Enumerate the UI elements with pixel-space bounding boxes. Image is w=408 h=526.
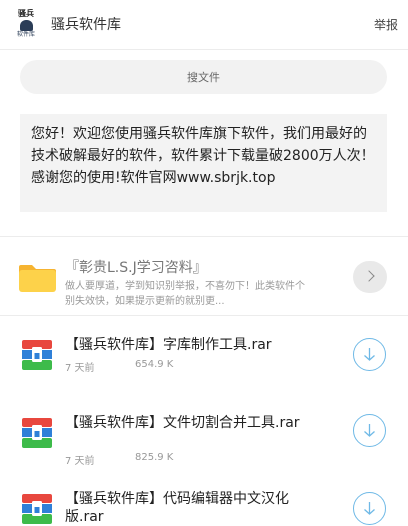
- file-size: 654.9 K: [135, 359, 174, 370]
- file-time: 7 天前: [65, 363, 95, 374]
- folder-icon: [19, 265, 56, 292]
- report-link[interactable]: 举报: [374, 16, 398, 33]
- search-input[interactable]: [20, 60, 387, 94]
- file-item[interactable]: 【骚兵软件库】文件切割合并工具.rar 7 天前 825.9 K: [0, 400, 408, 484]
- notice-text: 您好！欢迎您使用骚兵软件库旗下软件，我们用最好的技术破解最好的软件，软件累计下载…: [20, 114, 387, 212]
- avatar-bottom-text: 软件库: [16, 31, 35, 38]
- file-item[interactable]: 【骚兵软件库】字库制作工具.rar 7 天前 654.9 K: [0, 316, 408, 400]
- avatar-top-text: 骚兵: [18, 9, 34, 18]
- download-button[interactable]: [353, 338, 386, 371]
- file-size: 825.9 K: [135, 452, 174, 463]
- rar-archive-icon: [22, 494, 52, 524]
- avatar-figure-icon: [20, 20, 33, 31]
- search-bar[interactable]: [20, 60, 387, 94]
- rar-archive-icon: [22, 418, 52, 448]
- download-arrow-icon: [364, 424, 375, 437]
- folder-description: 做人要厚道，学到知识别举报，不喜勿下！此类软件个别失效快，如果提示更新的就别更.…: [65, 281, 305, 307]
- page-title: 骚兵软件库: [51, 17, 121, 33]
- avatar[interactable]: 骚兵 软件库: [11, 9, 41, 40]
- folder-name: 『彰贵L.S.J学习咨料』: [65, 260, 207, 276]
- download-button[interactable]: [353, 414, 386, 447]
- download-button[interactable]: [353, 492, 386, 525]
- folder-item[interactable]: 『彰贵L.S.J学习咨料』 做人要厚道，学到知识别举报，不喜勿下！此类软件个别失…: [0, 237, 408, 315]
- file-time: 7 天前: [65, 456, 95, 467]
- file-item[interactable]: 【骚兵软件库】代码编辑器中文汉化版.rar: [0, 484, 408, 525]
- file-name: 【骚兵软件库】代码编辑器中文汉化版.rar: [65, 491, 289, 525]
- file-name: 【骚兵软件库】文件切割合并工具.rar: [65, 415, 300, 431]
- download-arrow-icon: [364, 502, 375, 515]
- top-bar: 骚兵 软件库 骚兵软件库 举报: [0, 0, 408, 50]
- chevron-right-icon[interactable]: [353, 261, 387, 293]
- rar-archive-icon: [22, 340, 52, 370]
- file-name: 【骚兵软件库】字库制作工具.rar: [65, 337, 272, 353]
- download-arrow-icon: [364, 348, 375, 361]
